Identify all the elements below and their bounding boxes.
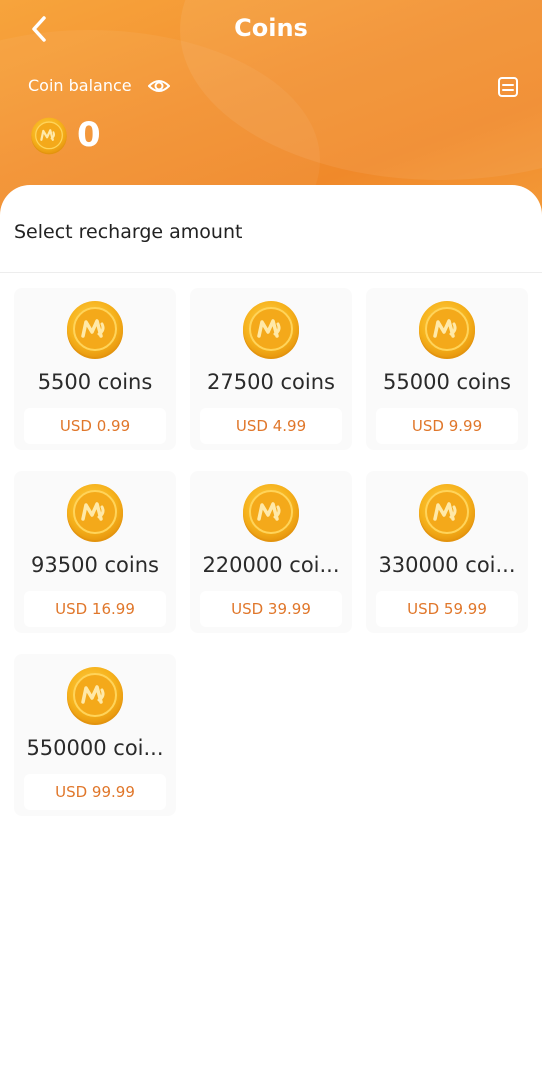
coin-package-card[interactable]: 5500 coins USD 0.99 [14, 288, 176, 450]
recharge-panel: Select recharge amount 5500 coins USD 0.… [0, 185, 542, 1080]
package-amount: 5500 coins [37, 370, 153, 394]
package-amount: 93500 coins [31, 553, 159, 577]
page-title: Coins [234, 14, 308, 42]
coin-package-card[interactable]: 55000 coins USD 9.99 [366, 288, 528, 450]
coin-icon [65, 666, 125, 726]
coin-balance-label: Coin balance [28, 76, 132, 95]
coin-package-card[interactable]: 550000 coi... USD 99.99 [14, 654, 176, 816]
package-grid: 5500 coins USD 0.99 27500 coins USD 4.99… [14, 288, 528, 816]
coin-icon [241, 483, 301, 543]
record-icon[interactable] [497, 76, 519, 98]
package-amount: 220000 coi... [202, 553, 340, 577]
coin-icon [30, 117, 68, 155]
package-amount: 27500 coins [207, 370, 335, 394]
coin-icon [417, 483, 477, 543]
coin-package-card[interactable]: 220000 coi... USD 39.99 [190, 471, 352, 633]
package-price: USD 59.99 [376, 591, 518, 627]
coin-package-card[interactable]: 330000 coi... USD 59.99 [366, 471, 528, 633]
coin-icon [65, 300, 125, 360]
package-price: USD 16.99 [24, 591, 166, 627]
eye-icon[interactable] [148, 76, 170, 96]
coin-icon [65, 483, 125, 543]
package-price: USD 99.99 [24, 774, 166, 810]
coin-icon [417, 300, 477, 360]
coin-package-card[interactable]: 93500 coins USD 16.99 [14, 471, 176, 633]
coin-icon [241, 300, 301, 360]
package-price: USD 39.99 [200, 591, 342, 627]
coin-balance-value: 0 [77, 115, 101, 155]
coin-package-card[interactable]: 27500 coins USD 4.99 [190, 288, 352, 450]
package-amount: 55000 coins [383, 370, 511, 394]
divider [0, 272, 542, 273]
section-title: Select recharge amount [14, 221, 243, 243]
package-price: USD 0.99 [24, 408, 166, 444]
package-amount: 330000 coi... [378, 553, 516, 577]
package-amount: 550000 coi... [26, 736, 164, 760]
package-price: USD 9.99 [376, 408, 518, 444]
package-price: USD 4.99 [200, 408, 342, 444]
